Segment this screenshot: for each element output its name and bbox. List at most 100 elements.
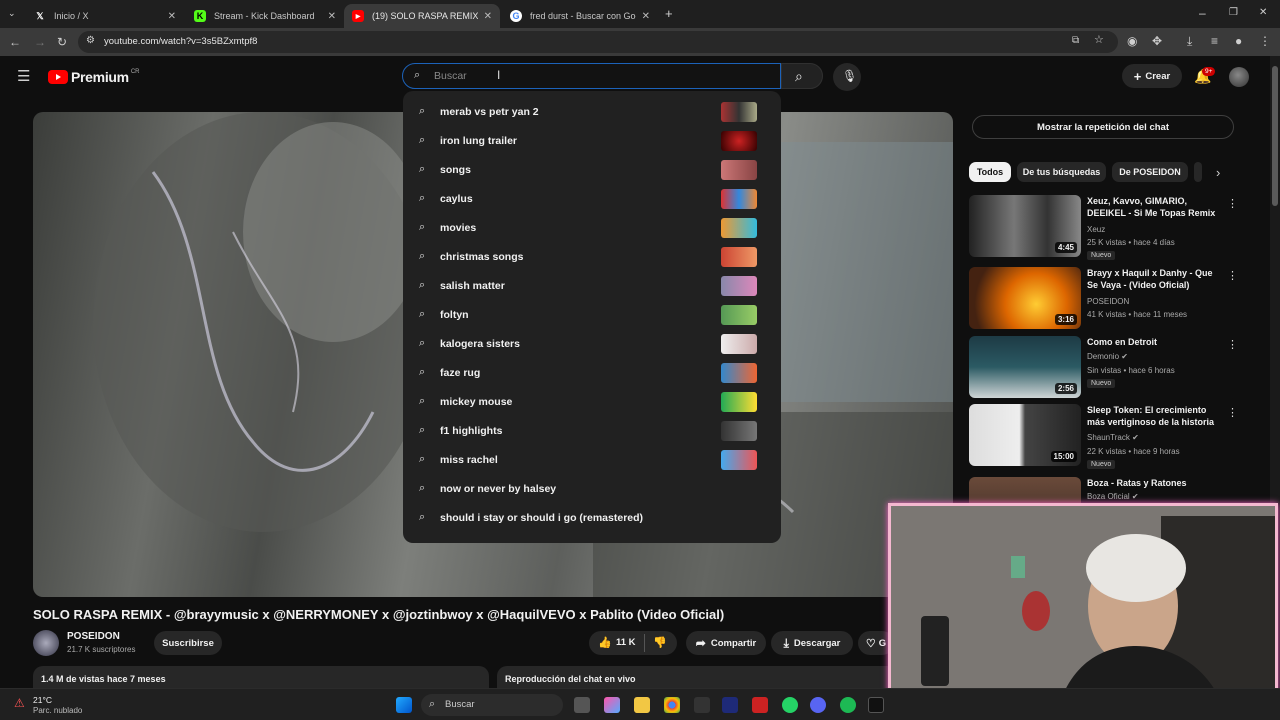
chip-all[interactable]: Todos	[969, 162, 1011, 182]
suggestion-item[interactable]: ⌕ should i stay or should i go (remastere…	[403, 503, 781, 532]
recording-app-icon[interactable]	[752, 697, 768, 713]
search-icon: ⌕	[419, 424, 426, 436]
share-label: Compartir	[710, 637, 757, 649]
suggestion-item[interactable]: ⌕ merab vs petr yan 2	[403, 97, 781, 126]
suggestion-item[interactable]: ⌕ iron lung trailer	[403, 126, 781, 155]
weather-alert-icon: ⚠	[14, 696, 25, 710]
suggestion-item[interactable]: ⌕ kalogera sisters	[403, 329, 781, 358]
more-vert-icon[interactable]: ⋮	[1227, 338, 1238, 351]
restore-icon[interactable]: ❐	[1229, 8, 1238, 18]
voice-search-button[interactable]: 🎙	[833, 63, 861, 91]
download-button[interactable]: ⤓ Descargar	[771, 631, 853, 655]
more-vert-icon[interactable]: ⋮	[1227, 197, 1238, 210]
close-tab-icon[interactable]: ✕	[168, 11, 176, 22]
chip-from-searches[interactable]: De tus búsquedas	[1017, 162, 1106, 182]
task-view-icon[interactable]	[574, 697, 590, 713]
like-count[interactable]: 11 K	[616, 637, 636, 648]
whatsapp-icon[interactable]	[782, 697, 798, 713]
site-info-icon[interactable]: ⚙	[86, 36, 95, 46]
forward-icon[interactable]: →	[34, 36, 46, 48]
reload-icon[interactable]: ↻	[57, 36, 67, 48]
bookmark-star-icon[interactable]: ☆	[1094, 35, 1104, 46]
suggestion-text: foltyn	[440, 308, 469, 321]
install-app-icon[interactable]: ⧉	[1072, 36, 1079, 46]
thumbs-down-icon[interactable]: 👎	[653, 636, 667, 649]
chip-more-partial[interactable]	[1194, 162, 1202, 182]
url-field[interactable]: ⚙ youtube.com/watch?v=3s5BZxmtpf8 ⧉ ☆	[78, 31, 1118, 53]
premiere-icon[interactable]	[722, 697, 738, 713]
tab-youtube[interactable]: ▶ (19) SOLO RASPA REMIX - @br ✕	[344, 4, 500, 28]
new-tab-icon[interactable]: +	[665, 7, 673, 20]
close-tab-icon[interactable]: ✕	[642, 11, 650, 22]
suggestion-item[interactable]: ⌕ faze rug	[403, 358, 781, 387]
subscribe-button[interactable]: Suscribirse	[154, 631, 222, 655]
more-vert-icon[interactable]: ⋮	[1227, 406, 1238, 419]
verified-icon: ✔	[1131, 492, 1139, 501]
chip-from-channel[interactable]: De POSEIDON	[1112, 162, 1188, 182]
duration-badge: 3:16	[1054, 314, 1077, 325]
suggestion-item[interactable]: ⌕ salish matter	[403, 271, 781, 300]
search-icon: ⌕	[419, 192, 426, 204]
suggestion-item[interactable]: ⌕ now or never by halsey	[403, 474, 781, 503]
tab-google[interactable]: G fred durst - Buscar con Google ✕	[502, 4, 658, 28]
tab-list-icon[interactable]: ⌄	[8, 9, 16, 18]
create-button[interactable]: + Crear	[1122, 64, 1182, 88]
chevron-right-icon[interactable]: ›	[1216, 166, 1220, 179]
search-input[interactable]: ⌕ Buscar I	[402, 63, 781, 89]
description-box[interactable]: 1.4 M de vistas hace 7 meses	[33, 666, 489, 688]
suggestion-item[interactable]: ⌕ foltyn	[403, 300, 781, 329]
share-button[interactable]: ➦ Compartir	[686, 631, 766, 655]
suggestion-item[interactable]: ⌕ miss rachel	[403, 445, 781, 474]
youtube-premium-logo[interactable]: Premium CR	[48, 69, 139, 85]
thumbs-up-icon[interactable]: 👍	[598, 636, 612, 649]
profile-icon[interactable]: ●	[1235, 35, 1242, 47]
tab-kick[interactable]: K Stream - Kick Dashboard ✕	[186, 4, 344, 28]
tab-x[interactable]: 𝕏 Inicio / X ✕	[26, 4, 184, 28]
video-thumbnail: 2:56	[969, 336, 1081, 398]
suggestion-item[interactable]: ⌕ mickey mouse	[403, 387, 781, 416]
scrollbar-thumb[interactable]	[1272, 66, 1278, 206]
close-tab-icon[interactable]: ✕	[328, 11, 336, 22]
suggestion-text: mickey mouse	[440, 395, 513, 408]
close-tab-icon[interactable]: ✕	[484, 11, 492, 22]
minimize-icon[interactable]: –	[1199, 7, 1206, 19]
extensions-puzzle-icon[interactable]: ✥	[1152, 35, 1162, 47]
suggestion-item[interactable]: ⌕ f1 highlights	[403, 416, 781, 445]
copilot-icon[interactable]	[604, 697, 620, 713]
suggestion-item[interactable]: ⌕ movies	[403, 213, 781, 242]
x-logo-icon: 𝕏	[36, 10, 44, 21]
suggestion-item[interactable]: ⌕ caylus	[403, 184, 781, 213]
recommendation-item[interactable]: 4:45 Xeuz, Kavvo, GIMARIO, DEEIKEL - Si …	[969, 195, 1269, 261]
spotify-icon[interactable]	[840, 697, 856, 713]
chrome-icon[interactable]	[664, 697, 680, 713]
discord-icon[interactable]	[810, 697, 826, 713]
close-window-icon[interactable]: ✕	[1259, 8, 1267, 18]
windows-start-icon[interactable]	[396, 697, 412, 713]
recommendation-item[interactable]: 3:16 Brayy x Haquil x Danhy - Que Se Vay…	[969, 267, 1269, 333]
suggestion-item[interactable]: ⌕ christmas songs	[403, 242, 781, 271]
recommendation-item[interactable]: 2:56 Como en Detroit Demonio ✔ Sin vista…	[969, 336, 1269, 402]
suggestion-item[interactable]: ⌕ songs	[403, 155, 781, 184]
download-icon[interactable]: ⤓	[1187, 35, 1192, 47]
channel-avatar[interactable]	[33, 630, 59, 656]
search-button[interactable]: ⌕	[781, 63, 823, 89]
youtube-logo-icon: ▶	[352, 10, 364, 22]
file-explorer-icon[interactable]	[634, 697, 650, 713]
show-chat-replay-button[interactable]: Mostrar la repetición del chat	[972, 115, 1234, 139]
weather-widget[interactable]: ⚠ 21°C Parc. nublado	[12, 693, 112, 717]
app-icon[interactable]	[694, 697, 710, 713]
browser-menu-icon[interactable]: ⋮	[1259, 35, 1271, 47]
back-icon[interactable]: ←	[9, 36, 21, 48]
app-icon[interactable]	[868, 697, 884, 713]
account-avatar[interactable]	[1229, 67, 1249, 87]
channel-name[interactable]: POSEIDON	[67, 631, 120, 642]
webcam-overlay	[888, 503, 1278, 718]
search-icon: ⌕	[795, 68, 803, 84]
menu-icon[interactable]: ☰	[17, 69, 30, 84]
more-vert-icon[interactable]: ⋮	[1227, 269, 1238, 282]
extension-icon[interactable]: ◉	[1127, 35, 1137, 47]
reading-list-icon[interactable]: ≡	[1211, 35, 1218, 47]
recommendation-item[interactable]: 15:00 Sleep Token: El crecimiento más ve…	[969, 404, 1269, 470]
chat-replay-panel[interactable]: Reproducción del chat en vivo	[497, 666, 897, 688]
taskbar-search[interactable]: ⌕ Buscar	[421, 694, 563, 716]
